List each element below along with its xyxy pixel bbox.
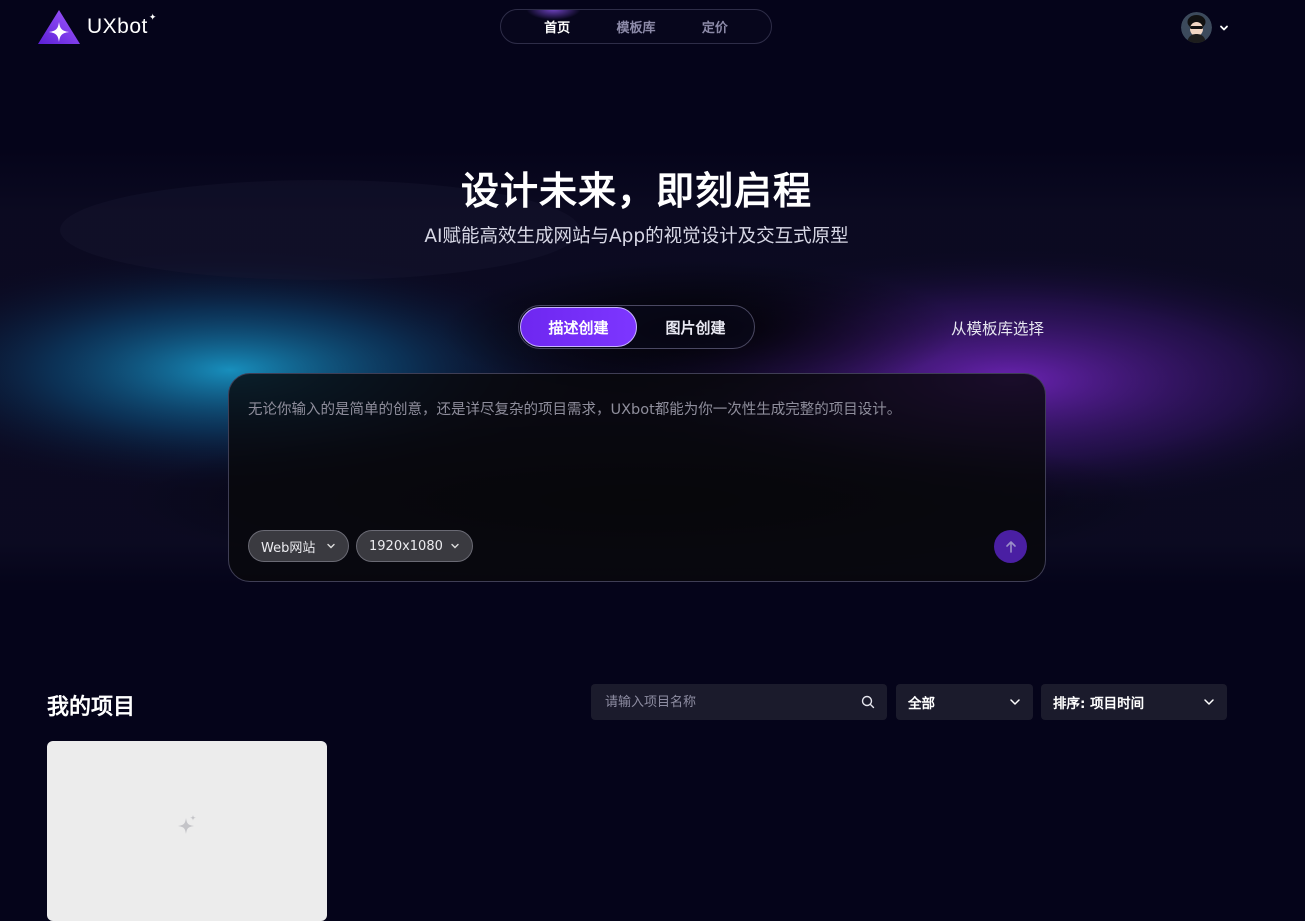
chevron-down-icon xyxy=(327,543,335,549)
chevron-down-icon[interactable] xyxy=(1219,23,1229,33)
brand-logo[interactable]: UXbot ✦ xyxy=(37,9,156,45)
nav-item-templates[interactable]: 模板库 xyxy=(616,17,655,36)
project-search-input[interactable] xyxy=(603,693,861,711)
arrow-up-icon xyxy=(1005,540,1016,553)
choose-from-template-link[interactable]: 从模板库选择 xyxy=(951,317,1044,339)
project-search xyxy=(591,684,887,720)
chevron-down-icon xyxy=(1204,699,1214,705)
project-filter-value: 全部 xyxy=(908,696,935,712)
uxbot-triangle-logo-icon xyxy=(38,10,80,44)
tab-image-create[interactable]: 图片创建 xyxy=(637,307,754,347)
search-icon[interactable] xyxy=(861,695,875,709)
hero-title: 设计未来，即刻启程 xyxy=(460,169,812,213)
project-filter-select[interactable]: 全部 xyxy=(896,684,1033,720)
project-sort-value: 排序: 项目时间 xyxy=(1053,696,1145,712)
prompt-placeholder[interactable]: 无论你输入的是简单的创意，还是详尽复杂的项目需求，UXbot都能为你一次性生成完… xyxy=(248,398,1028,419)
new-project-card[interactable] xyxy=(47,741,327,921)
tab-describe-create[interactable]: 描述创建 xyxy=(520,307,637,347)
brand-name: UXbot xyxy=(87,15,148,38)
hero-subtitle: AI赋能高效生成网站与App的视觉设计及交互式原型 xyxy=(424,226,849,247)
nav-item-home[interactable]: 首页 xyxy=(544,17,570,36)
chevron-down-icon xyxy=(1010,699,1020,705)
prompt-input-area[interactable]: 无论你输入的是简单的创意，还是详尽复杂的项目需求，UXbot都能为你一次性生成完… xyxy=(228,373,1046,582)
project-sort-select[interactable]: 排序: 项目时间 xyxy=(1041,684,1227,720)
sparkle-icon xyxy=(178,815,196,834)
nav-item-pricing[interactable]: 定价 xyxy=(702,17,728,36)
user-avatar-icon[interactable] xyxy=(1181,12,1212,43)
creation-mode-switch: 描述创建 图片创建 xyxy=(518,305,755,349)
my-projects-title: 我的项目 xyxy=(47,695,136,720)
resolution-select-value: 1920x1080 xyxy=(369,538,443,554)
platform-select-value: Web网站 xyxy=(261,540,316,556)
brand-star: ✦ xyxy=(148,13,157,23)
resolution-select[interactable]: 1920x1080 xyxy=(356,530,473,562)
platform-select[interactable]: Web网站 xyxy=(248,530,349,562)
send-button[interactable] xyxy=(994,530,1027,563)
account-menu[interactable] xyxy=(1181,12,1229,43)
chevron-down-icon xyxy=(451,543,459,549)
top-navigation: 首页 模板库 定价 xyxy=(500,9,772,44)
